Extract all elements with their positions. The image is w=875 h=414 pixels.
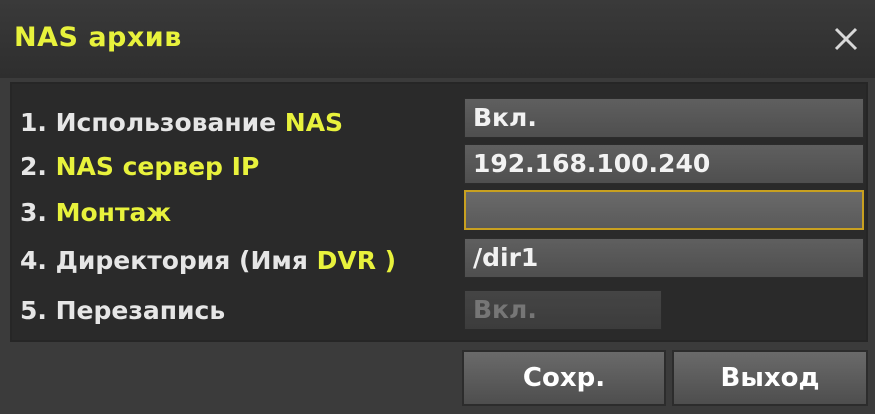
nas-usage-select[interactable]: Вкл.: [464, 98, 864, 138]
dialog-title: NAS архив: [14, 22, 182, 53]
nas-archive-dialog: NAS архив 1. Использование NAS Вкл. 2. N…: [0, 0, 875, 414]
title-bar: NAS архив: [0, 0, 875, 78]
directory-field[interactable]: /dir1: [464, 238, 864, 278]
overwrite-select: Вкл.: [464, 290, 662, 330]
label-nas-usage: 1. Использование NAS: [20, 108, 344, 137]
nas-server-ip-field[interactable]: 192.168.100.240: [464, 144, 864, 184]
exit-button[interactable]: Выход: [672, 350, 868, 406]
label-nas-server-ip: 2. NAS сервер IP: [20, 152, 260, 181]
label-mount: 3. Монтаж: [20, 198, 172, 227]
label-overwrite: 5. Перезапись: [20, 296, 226, 325]
save-button[interactable]: Сохр.: [462, 350, 666, 406]
label-directory: 4. Директория (Имя DVR ): [20, 246, 397, 275]
mount-field[interactable]: [464, 190, 864, 230]
close-icon[interactable]: [831, 24, 861, 54]
